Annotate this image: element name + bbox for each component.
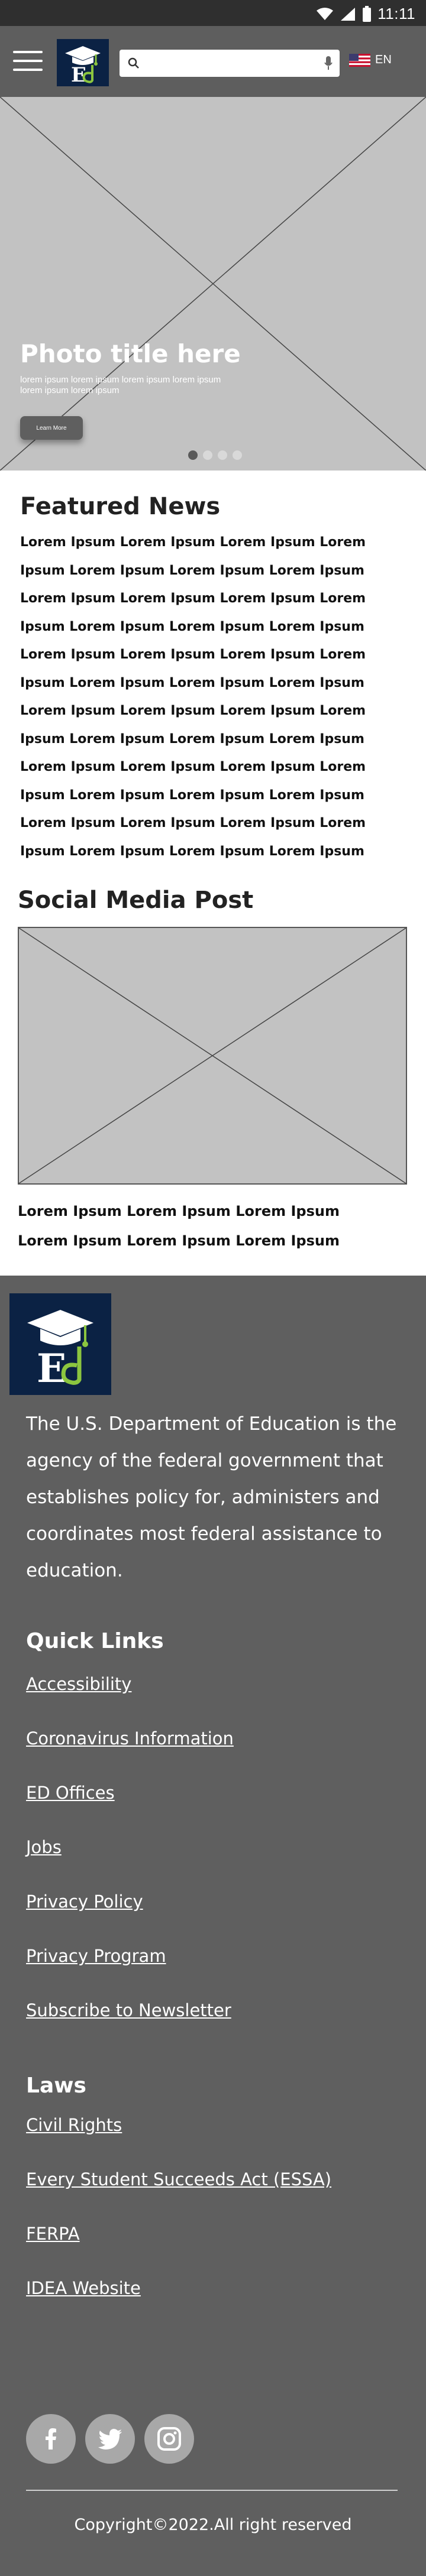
svg-text:E: E	[37, 1345, 66, 1391]
featured-news-line[interactable]: Lorem Ipsum Lorem Ipsum Lorem Ipsum Lore…	[20, 753, 406, 781]
learn-more-button[interactable]: Learn More	[20, 416, 83, 440]
footer-link-idea[interactable]: IDEA Website	[26, 2278, 141, 2298]
status-time: 11:11	[377, 5, 415, 22]
site-footer: E The U.S. Department of Education is th…	[0, 1276, 426, 2576]
hero-subtitle: lorem ipsum lorem ipsum lorem ipsum lore…	[20, 375, 221, 395]
search-input[interactable]	[146, 54, 317, 72]
social-post-text: Lorem Ipsum Lorem Ipsum Lorem Ipsum Lore…	[18, 1196, 408, 1255]
twitter-icon[interactable]	[85, 2414, 135, 2464]
status-bar: 11:11	[0, 0, 426, 26]
featured-news-list: Lorem Ipsum Lorem Ipsum Lorem Ipsum Lore…	[20, 528, 406, 865]
copyright-text: Copyright©2022.All right reserved	[74, 2516, 352, 2534]
search-bar	[120, 50, 340, 77]
featured-news-line[interactable]: Ipsum Lorem Ipsum Lorem Ipsum Lorem Ipsu…	[20, 725, 406, 754]
social-post-line: Lorem Ipsum Lorem Ipsum Lorem Ipsum	[18, 1232, 340, 1249]
featured-news-line[interactable]: Lorem Ipsum Lorem Ipsum Lorem Ipsum Lore…	[20, 697, 406, 725]
social-icons	[26, 2414, 194, 2464]
featured-news-line[interactable]: Lorem Ipsum Lorem Ipsum Lorem Ipsum Lore…	[20, 641, 406, 669]
search-icon[interactable]	[128, 57, 140, 69]
footer-link-ed-offices[interactable]: ED Offices	[26, 1783, 115, 1803]
footer-link-civil-rights[interactable]: Civil Rights	[26, 2115, 122, 2135]
wifi-icon	[317, 7, 334, 20]
instagram-icon[interactable]	[144, 2414, 194, 2464]
microphone-icon[interactable]	[324, 56, 333, 70]
footer-link-privacy-program[interactable]: Privacy Program	[26, 1946, 166, 1966]
placeholder-cross-icon	[19, 928, 406, 1183]
hero-title: Photo title here	[20, 339, 241, 368]
featured-news-line[interactable]: Lorem Ipsum Lorem Ipsum Lorem Ipsum Lore…	[20, 528, 406, 557]
carousel-dot-4[interactable]	[233, 450, 242, 460]
hero-carousel[interactable]: Photo title here lorem ipsum lorem ipsum…	[0, 97, 426, 471]
footer-link-newsletter[interactable]: Subscribe to Newsletter	[26, 2000, 231, 2020]
language-selector[interactable]: EN	[349, 53, 392, 67]
ed-logo-icon[interactable]: E	[9, 1293, 111, 1395]
hero-image-placeholder	[0, 97, 426, 471]
featured-news-line[interactable]: Lorem Ipsum Lorem Ipsum Lorem Ipsum Lore…	[20, 809, 406, 838]
social-post-image-placeholder[interactable]	[18, 927, 407, 1185]
laws-title: Laws	[26, 2074, 86, 2098]
carousel-dot-3[interactable]	[218, 450, 227, 460]
featured-news-line[interactable]: Lorem Ipsum Lorem Ipsum Lorem Ipsum Lore…	[20, 585, 406, 613]
footer-link-privacy-policy[interactable]: Privacy Policy	[26, 1892, 143, 1912]
social-media-post-section: Social Media Post Lorem Ipsum Lorem Ipsu…	[0, 865, 426, 1255]
featured-news-line[interactable]: Ipsum Lorem Ipsum Lorem Ipsum Lorem Ipsu…	[20, 669, 406, 697]
featured-news-line[interactable]: Ipsum Lorem Ipsum Lorem Ipsum Lorem Ipsu…	[20, 613, 406, 641]
language-label: EN	[375, 53, 392, 66]
footer-link-ferpa[interactable]: FERPA	[26, 2224, 80, 2244]
featured-news-line[interactable]: Ipsum Lorem Ipsum Lorem Ipsum Lorem Ipsu…	[20, 557, 406, 585]
quick-links-title: Quick Links	[26, 1629, 164, 1653]
carousel-dot-1[interactable]	[188, 450, 198, 460]
footer-link-jobs[interactable]: Jobs	[26, 1837, 62, 1857]
footer-link-coronavirus[interactable]: Coronavirus Information	[26, 1728, 234, 1748]
footer-link-essa[interactable]: Every Student Succeeds Act (ESSA)	[26, 2169, 331, 2189]
signal-icon	[341, 7, 356, 21]
carousel-dots	[188, 450, 242, 460]
featured-news-line[interactable]: Ipsum Lorem Ipsum Lorem Ipsum Lorem Ipsu…	[20, 838, 406, 866]
battery-icon	[363, 5, 372, 22]
social-media-post-title: Social Media Post	[18, 887, 254, 914]
hamburger-menu-icon[interactable]	[13, 51, 43, 72]
featured-news-title: Featured News	[20, 493, 221, 520]
footer-description: The U.S. Department of Education is the …	[26, 1413, 397, 1581]
featured-news-line[interactable]: Ipsum Lorem Ipsum Lorem Ipsum Lorem Ipsu…	[20, 781, 406, 810]
us-flag-icon	[349, 53, 370, 67]
footer-link-accessibility[interactable]: Accessibility	[26, 1674, 131, 1694]
featured-news-section: Featured News Lorem Ipsum Lorem Ipsum Lo…	[0, 471, 426, 865]
status-icons: 11:11	[316, 5, 415, 23]
carousel-dot-2[interactable]	[203, 450, 212, 460]
footer-divider	[26, 2490, 398, 2491]
ed-logo-icon[interactable]: E	[57, 39, 109, 87]
social-post-line: Lorem Ipsum Lorem Ipsum Lorem Ipsum	[18, 1203, 340, 1219]
site-header: E EN	[0, 26, 426, 97]
facebook-icon[interactable]	[26, 2414, 76, 2464]
